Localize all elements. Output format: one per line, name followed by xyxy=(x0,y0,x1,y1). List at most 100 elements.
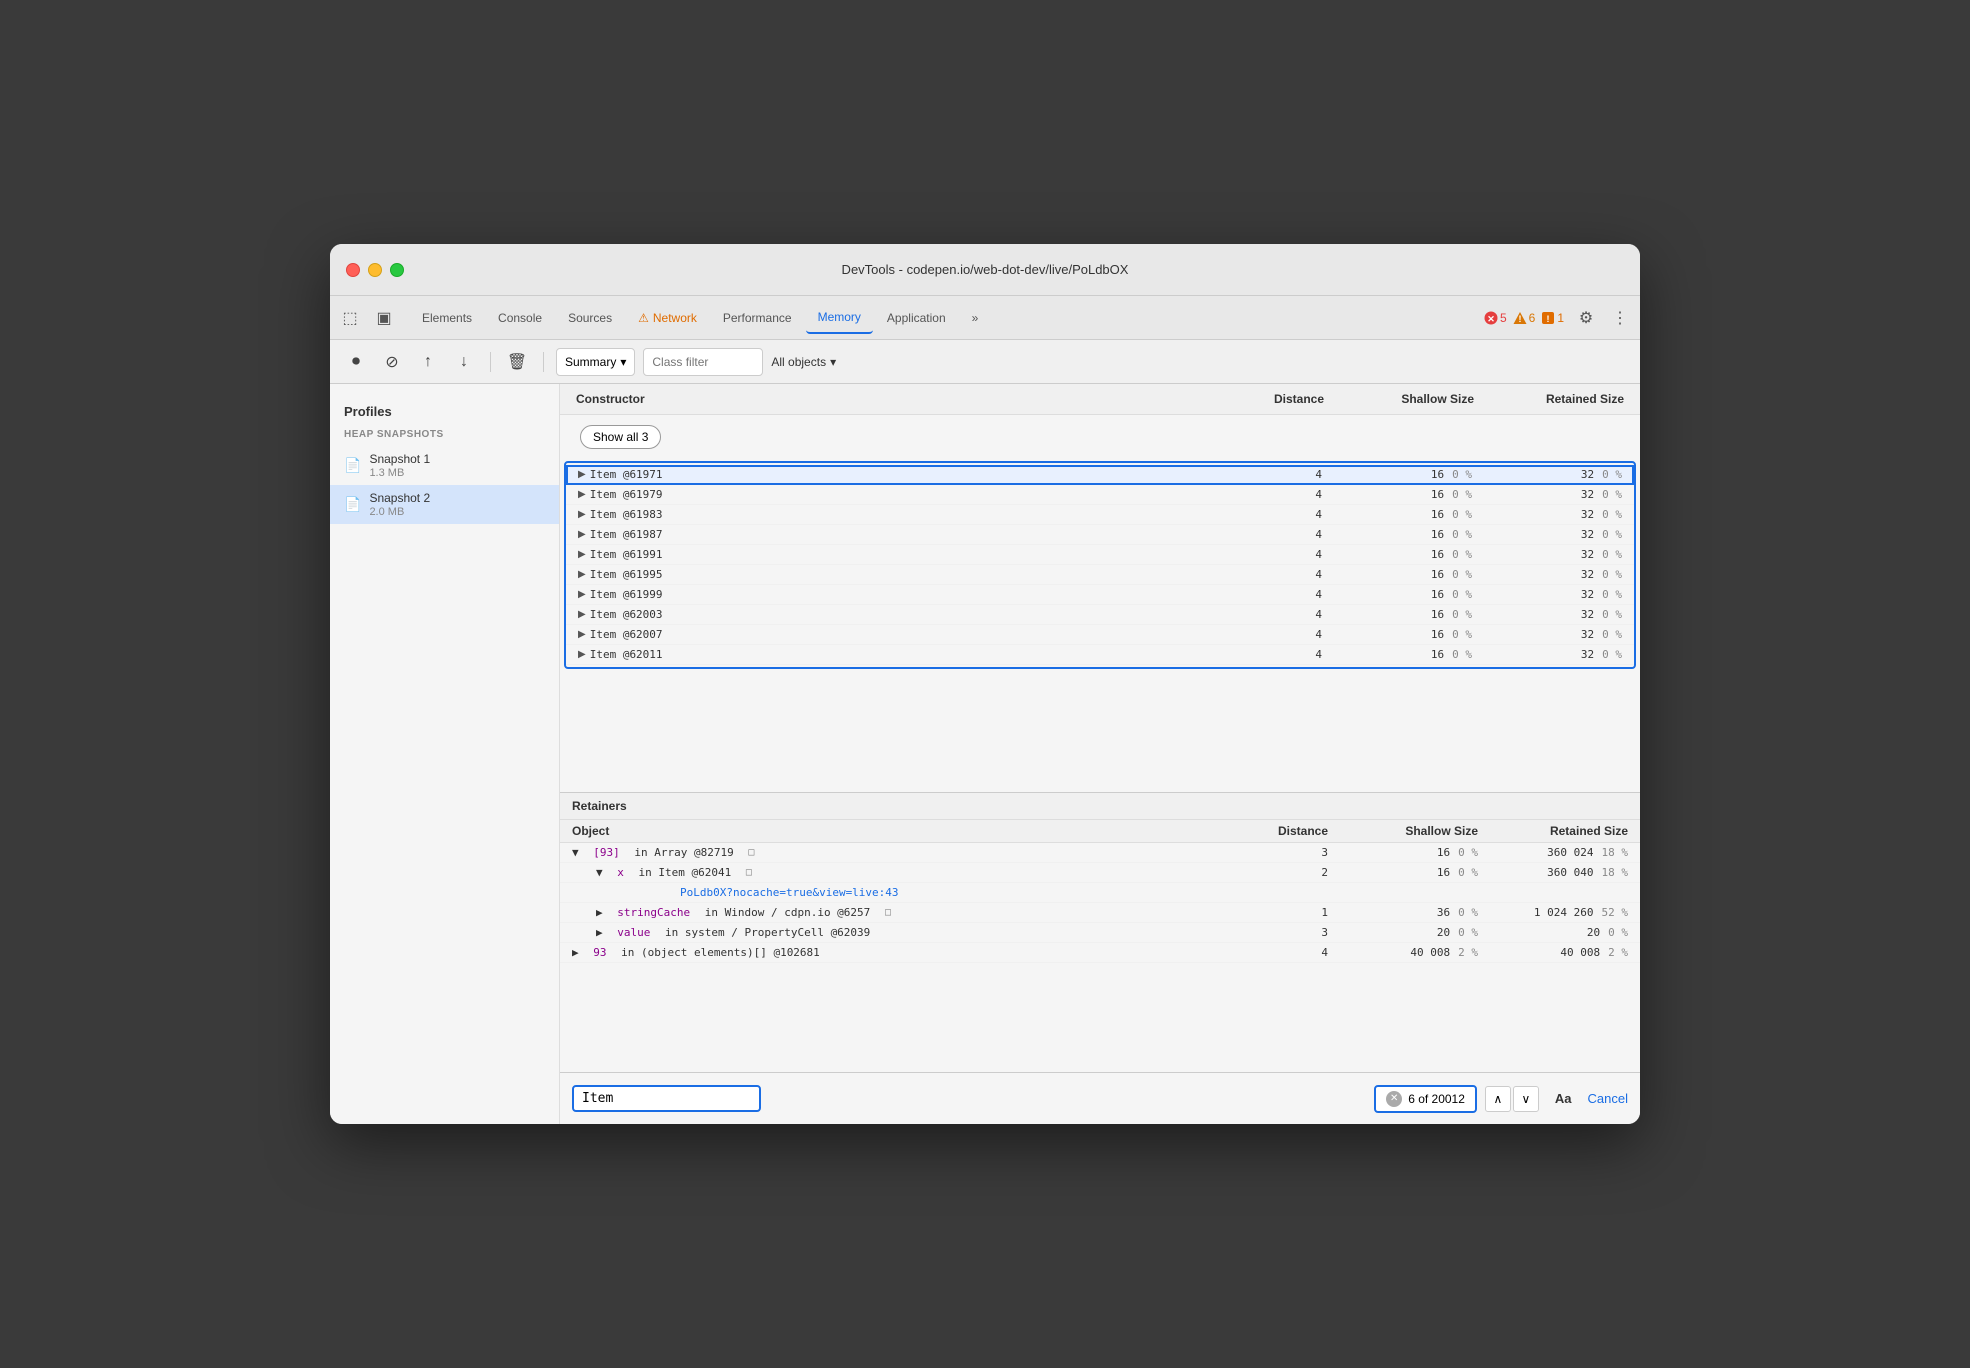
snapshot1-name: Snapshot 1 xyxy=(369,452,430,466)
ret-obj-cell: ▶ value in system / PropertyCell @62039 xyxy=(596,926,1208,939)
retainer-row[interactable]: ▼ [93] in Array @82719 □ 3 160 % 360 024… xyxy=(560,843,1640,863)
tab-memory[interactable]: Memory xyxy=(806,302,873,334)
snapshot2-name: Snapshot 2 xyxy=(369,491,430,505)
snapshot2-size: 2.0 MB xyxy=(369,506,430,518)
tab-performance[interactable]: Performance xyxy=(711,302,804,334)
settings-icon[interactable]: ⚙ xyxy=(1574,306,1598,330)
search-case-sensitive-button[interactable]: Aa xyxy=(1547,1087,1580,1110)
tab-elements[interactable]: Elements xyxy=(410,302,484,334)
search-nav-buttons: ∧ ∨ xyxy=(1485,1086,1539,1112)
tab-more[interactable]: » xyxy=(960,302,991,334)
warning-icon: ⚠ xyxy=(638,311,649,325)
search-next-button[interactable]: ∨ xyxy=(1513,1086,1539,1112)
table-row[interactable]: ▶ Item @61987 4 160 % 320 % xyxy=(566,525,1634,545)
expand-icon[interactable]: ▶ xyxy=(578,509,586,520)
table-row[interactable]: ▶ Item @61979 4 160 % 320 % xyxy=(566,485,1634,505)
distance-cell: 4 xyxy=(1202,468,1322,481)
expand-icon[interactable]: ▶ xyxy=(578,529,586,540)
search-input[interactable] xyxy=(582,1091,751,1106)
info-badge[interactable]: ! 1 xyxy=(1541,311,1564,325)
expand-icon[interactable]: ▶ xyxy=(578,649,586,660)
svg-text:!: ! xyxy=(1518,314,1521,324)
table-row[interactable]: ▶ Item @61991 4 160 % 320 % xyxy=(566,545,1634,565)
dropdown-arrow-icon: ▾ xyxy=(620,355,626,369)
tab-console[interactable]: Console xyxy=(486,302,554,334)
class-filter-input[interactable] xyxy=(643,348,763,376)
expand-icon[interactable]: ▶ xyxy=(578,489,586,500)
expand-icon[interactable]: ▶ xyxy=(578,549,586,560)
ret-obj-cell: ▼ [93] in Array @82719 □ xyxy=(572,846,1208,859)
upload-button[interactable]: ↑ xyxy=(414,348,442,376)
ret-col-distance: Distance xyxy=(1208,824,1328,838)
constructor-cell: ▶ Item @61995 xyxy=(578,568,1202,581)
retainer-row[interactable]: ▶ 93 in (object elements)[] @102681 4 40… xyxy=(560,943,1640,963)
retainer-row-link: PoLdb0X?nocache=true&view=live:43 xyxy=(560,883,1640,903)
ret-source-link[interactable]: PoLdb0X?nocache=true&view=live:43 xyxy=(680,886,899,899)
expand-icon[interactable]: ▶ xyxy=(596,906,603,919)
more-options-icon[interactable]: ⋮ xyxy=(1608,306,1632,330)
traffic-lights xyxy=(346,263,404,277)
expand-icon[interactable]: ▶ xyxy=(572,946,579,959)
search-clear-button[interactable]: ✕ xyxy=(1386,1091,1402,1107)
table-row[interactable]: ▶ Item @61999 4 160 % 320 % xyxy=(566,585,1634,605)
maximize-button[interactable] xyxy=(390,263,404,277)
retainer-row[interactable]: ▶ value in system / PropertyCell @62039 … xyxy=(560,923,1640,943)
shallow-cell: 160 % xyxy=(1322,468,1472,481)
title-bar: DevTools - codepen.io/web-dot-dev/live/P… xyxy=(330,244,1640,296)
trash-button[interactable]: 🗑 xyxy=(503,348,531,376)
show-all-button[interactable]: Show all 3 xyxy=(580,425,661,449)
ret-col-shallow: Shallow Size xyxy=(1328,824,1478,838)
table-row[interactable]: ▶ Item @61983 4 160 % 320 % xyxy=(566,505,1634,525)
toolbar: ⏺ ⊘ ↑ ↓ 🗑 Summary ▾ All objects ▾ xyxy=(330,340,1640,384)
table-row[interactable]: ▶ Item @61995 4 160 % 320 % xyxy=(566,565,1634,585)
search-input-wrap xyxy=(572,1085,761,1112)
expand-icon[interactable]: ▶ xyxy=(578,629,586,640)
expand-icon[interactable]: ▶ xyxy=(578,609,586,620)
right-panel: Constructor Distance Shallow Size Retain… xyxy=(560,384,1640,1124)
highlighted-group: ▶ Item @61971 4 160 % 320 % ▶ Item @6197… xyxy=(564,461,1636,669)
profiles-title: Profiles xyxy=(330,396,559,423)
constructor-cell: ▶ Item @62011 xyxy=(578,648,1202,661)
ret-col-object: Object xyxy=(572,824,1208,838)
snapshot1-size: 1.3 MB xyxy=(369,467,430,479)
expand-icon[interactable]: ▶ xyxy=(578,469,586,480)
retainers-body: ▼ [93] in Array @82719 □ 3 160 % 360 024… xyxy=(560,843,1640,1072)
constructor-cell: ▶ Item @61987 xyxy=(578,528,1202,541)
search-prev-button[interactable]: ∧ xyxy=(1485,1086,1511,1112)
table-row[interactable]: ▶ Item @61971 4 160 % 320 % xyxy=(566,465,1634,485)
tab-application[interactable]: Application xyxy=(875,302,958,334)
table-row[interactable]: ▶ Item @62003 4 160 % 320 % xyxy=(566,605,1634,625)
sidebar-item-snapshot2[interactable]: 📄 Snapshot 2 2.0 MB xyxy=(330,485,559,524)
error-badge[interactable]: ✕ 5 xyxy=(1484,311,1507,325)
expand-icon[interactable]: ▶ xyxy=(596,926,603,939)
tab-network[interactable]: ⚠ Network xyxy=(626,302,709,334)
inspect-icon[interactable]: ▣ xyxy=(372,306,396,330)
table-row[interactable]: ▶ Item @62011 4 160 % 320 % xyxy=(566,645,1634,665)
tab-sources[interactable]: Sources xyxy=(556,302,624,334)
main-content: Profiles HEAP SNAPSHOTS 📄 Snapshot 1 1.3… xyxy=(330,384,1640,1124)
download-button[interactable]: ↓ xyxy=(450,348,478,376)
all-objects-arrow-icon: ▾ xyxy=(830,355,836,369)
retainer-row[interactable]: ▶ stringCache in Window / cdpn.io @6257 … xyxy=(560,903,1640,923)
all-objects-dropdown[interactable]: All objects ▾ xyxy=(771,355,836,369)
expand-icon[interactable]: ▼ xyxy=(572,846,579,859)
summary-dropdown[interactable]: Summary ▾ xyxy=(556,348,635,376)
cursor-icon[interactable]: ⬚ xyxy=(338,306,362,330)
sidebar-item-snapshot1[interactable]: 📄 Snapshot 1 1.3 MB xyxy=(330,446,559,485)
warning-badge[interactable]: ! 6 xyxy=(1513,311,1536,325)
expand-icon[interactable]: ▶ xyxy=(578,589,586,600)
svg-text:✕: ✕ xyxy=(1487,314,1495,324)
close-button[interactable] xyxy=(346,263,360,277)
constructor-cell: ▶ Item @61979 xyxy=(578,488,1202,501)
record-button[interactable]: ⏺ xyxy=(342,348,370,376)
toolbar-divider-2 xyxy=(543,352,544,372)
table-row[interactable]: ▶ Item @62007 4 160 % 320 % xyxy=(566,625,1634,645)
search-cancel-button[interactable]: Cancel xyxy=(1588,1091,1628,1106)
col-retained: Retained Size xyxy=(1478,390,1628,408)
expand-icon[interactable]: ▶ xyxy=(578,569,586,580)
retainer-row[interactable]: ▼ x in Item @62041 □ 2 160 % 360 04018 % xyxy=(560,863,1640,883)
heap-snapshots-title: HEAP SNAPSHOTS xyxy=(330,423,559,446)
minimize-button[interactable] xyxy=(368,263,382,277)
stop-button[interactable]: ⊘ xyxy=(378,348,406,376)
expand-icon[interactable]: ▼ xyxy=(596,866,603,879)
